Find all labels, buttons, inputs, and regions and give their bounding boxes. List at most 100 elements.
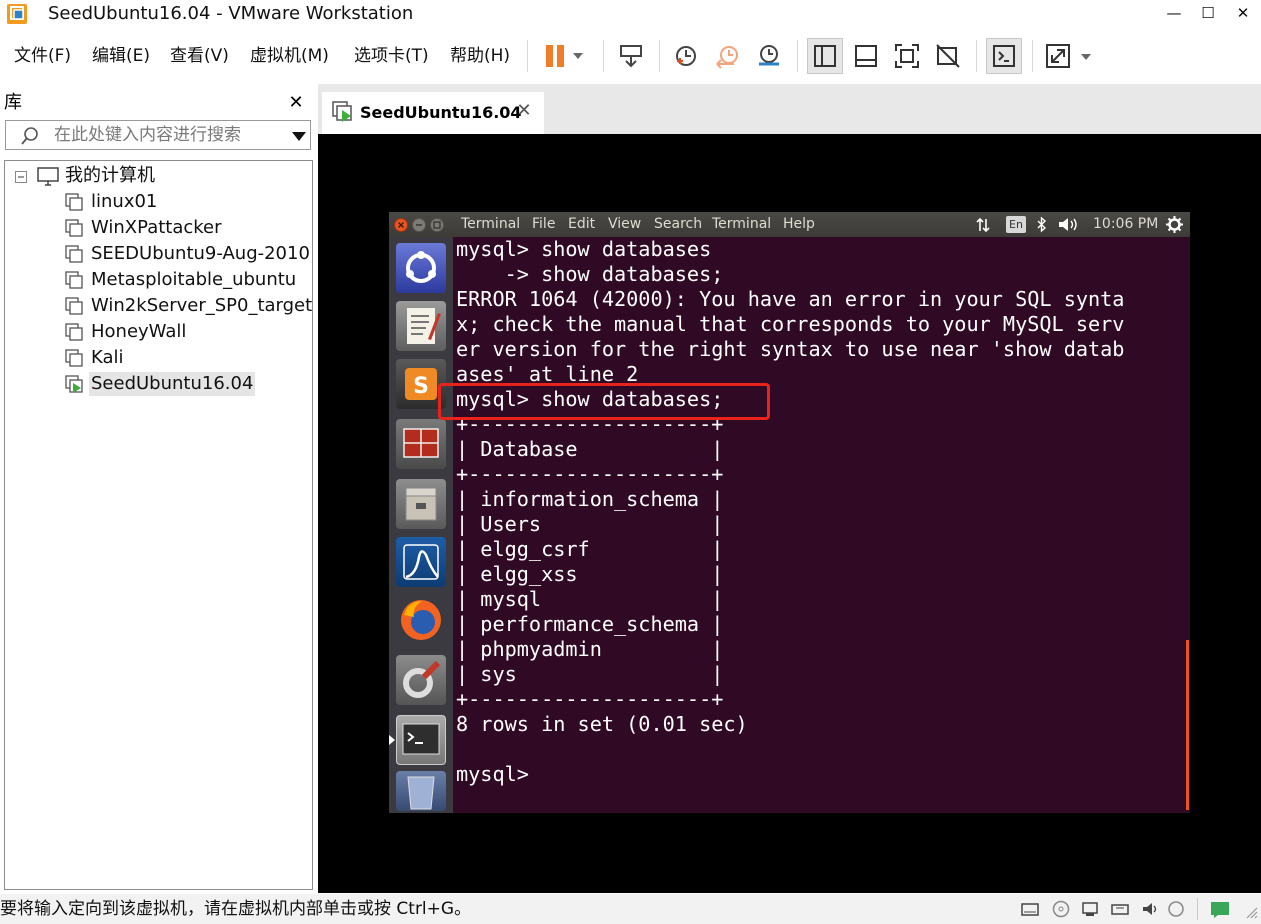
dropdown-arrow-icon[interactable] <box>291 130 307 142</box>
vm-menu-file[interactable]: File <box>532 216 555 233</box>
vm-icon <box>65 219 83 237</box>
send-keys-icon <box>620 45 642 68</box>
terminal-launcher-icon[interactable] <box>396 715 446 765</box>
revert-icon <box>716 46 738 69</box>
show-library-button[interactable] <box>807 38 843 74</box>
minimize-button[interactable]: — <box>1157 0 1191 28</box>
full-screen-button[interactable] <box>889 38 925 74</box>
vm-running-icon <box>65 375 83 393</box>
title-bar: SeedUbuntu16.04 - VMware Workstation — ☐… <box>0 0 1261 30</box>
menu-vm[interactable]: 虚拟机(M) <box>250 44 329 68</box>
guest-desktop[interactable]: Terminal File Edit View Search Terminal … <box>389 212 1190 813</box>
trash-icon[interactable] <box>396 771 446 811</box>
usb-device-icon[interactable] <box>1110 900 1130 918</box>
send-ctrl-alt-del-button[interactable] <box>613 38 649 74</box>
display-icon[interactable] <box>1166 900 1186 918</box>
console-icon <box>993 45 1015 67</box>
network-icon[interactable] <box>975 217 991 233</box>
fullscreen-icon <box>895 44 919 68</box>
snapshot-manager-icon <box>759 45 779 66</box>
close-library-button[interactable]: ✕ <box>286 91 306 115</box>
pause-icon <box>546 45 583 67</box>
menu-file[interactable]: 文件(F) <box>14 44 71 68</box>
show-thumbnail-bar-button[interactable] <box>848 38 884 74</box>
pause-button[interactable] <box>537 38 589 74</box>
tree-item-vm[interactable]: SeedUbuntu16.04 <box>89 372 256 396</box>
take-snapshot-button[interactable] <box>668 38 704 74</box>
cd-dvd-icon[interactable] <box>1051 900 1071 918</box>
vm-icon <box>65 271 83 289</box>
highlight-annotation-box <box>438 383 770 420</box>
console-view-button[interactable] <box>986 38 1022 74</box>
tree-item-vm[interactable]: Kali <box>89 346 126 370</box>
stretch-icon <box>1046 44 1091 68</box>
sidebar-icon <box>814 45 836 67</box>
files-icon[interactable] <box>396 479 446 529</box>
active-app-arrow-icon <box>389 735 395 745</box>
status-separator <box>1197 898 1198 920</box>
vm-menu-terminal[interactable]: Terminal <box>712 216 771 233</box>
close-tab-button[interactable]: ✕ <box>512 100 536 121</box>
keyboard-layout-indicator[interactable]: En <box>1006 216 1026 233</box>
toolbar-separator <box>976 40 977 72</box>
snapshot-icon <box>676 46 696 66</box>
firefox-icon[interactable] <box>396 595 446 645</box>
message-log-icon[interactable] <box>1208 900 1232 918</box>
revert-snapshot-button[interactable] <box>710 38 746 74</box>
collapse-icon[interactable] <box>15 171 27 183</box>
vm-menu-edit[interactable]: Edit <box>568 216 595 233</box>
tab-seedubuntu[interactable]: SeedUbuntu16.04 ✕ <box>322 92 544 134</box>
menu-edit[interactable]: 编辑(E) <box>92 44 150 68</box>
snapshot-manager-button[interactable] <box>751 38 787 74</box>
terminal-output[interactable]: mysql> show databases -> show databases;… <box>456 237 1181 807</box>
vm-menu-help[interactable]: Help <box>783 216 815 233</box>
wireshark-icon[interactable] <box>396 537 446 587</box>
vm-icon <box>65 297 83 315</box>
window-buttons-icon[interactable] <box>393 217 447 233</box>
tree-item-vm[interactable]: WinXPattacker <box>89 216 224 240</box>
tree-item-vm[interactable]: linux01 <box>89 190 159 214</box>
menu-view[interactable]: 查看(V) <box>170 44 229 68</box>
menu-help[interactable]: 帮助(H) <box>450 44 510 68</box>
toolbar-separator <box>603 40 604 72</box>
bluetooth-icon[interactable] <box>1036 216 1048 233</box>
workspace-switcher-icon[interactable] <box>396 419 446 469</box>
vm-clock[interactable]: 10:06 PM <box>1093 216 1158 233</box>
vm-icon <box>65 193 83 211</box>
vm-running-icon <box>332 101 352 122</box>
ubuntu-top-bar: Terminal File Edit View Search Terminal … <box>389 212 1190 237</box>
sound-card-icon[interactable] <box>1140 900 1160 918</box>
svg-text:S: S <box>413 374 429 399</box>
tree-item-vm[interactable]: SEEDUbuntu9-Aug-2010 <box>89 242 312 266</box>
vm-menu-title: Terminal <box>461 216 521 232</box>
ubuntu-launcher: S <box>389 237 453 813</box>
unity-button[interactable] <box>930 38 966 74</box>
toolbar-separator <box>1032 40 1033 72</box>
hard-disk-icon[interactable] <box>1020 900 1040 918</box>
tree-item-my-computer[interactable]: 我的计算机 <box>63 164 157 188</box>
network-adapter-icon[interactable] <box>1080 900 1100 918</box>
stretch-guest-button[interactable] <box>1042 38 1098 74</box>
tree-item-vm[interactable]: Win2kServer_SP0_target <box>89 294 314 318</box>
resize-grip-icon[interactable] <box>1243 904 1259 920</box>
computer-icon <box>37 167 59 186</box>
volume-icon[interactable] <box>1057 216 1079 233</box>
tree-item-vm[interactable]: HoneyWall <box>89 320 188 344</box>
library-search-input[interactable]: 在此处键入内容进行搜索 <box>5 120 311 150</box>
status-bar: 要将输入定向到该虚拟机，请在虚拟机内部单击或按 Ctrl+G。 <box>0 894 1261 924</box>
system-settings-icon[interactable] <box>396 655 446 705</box>
maximize-button[interactable]: ☐ <box>1191 0 1225 28</box>
text-editor-icon[interactable] <box>396 301 446 351</box>
tree-item-vm[interactable]: Metasploitable_ubuntu <box>89 268 298 292</box>
toolbar-separator <box>527 40 528 72</box>
search-placeholder: 在此处键入内容进行搜索 <box>54 125 241 145</box>
vm-menu-search[interactable]: Search <box>654 216 702 233</box>
terminal-scrollbar[interactable] <box>1186 640 1189 810</box>
ubuntu-dash-icon[interactable] <box>396 243 446 293</box>
vm-icon <box>65 349 83 367</box>
settings-gear-icon[interactable] <box>1165 215 1184 234</box>
vm-menu-view[interactable]: View <box>608 216 641 233</box>
thumbnail-bar-icon <box>855 45 877 67</box>
close-window-button[interactable]: ✕ <box>1226 0 1260 28</box>
menu-tabs[interactable]: 选项卡(T) <box>354 44 429 68</box>
